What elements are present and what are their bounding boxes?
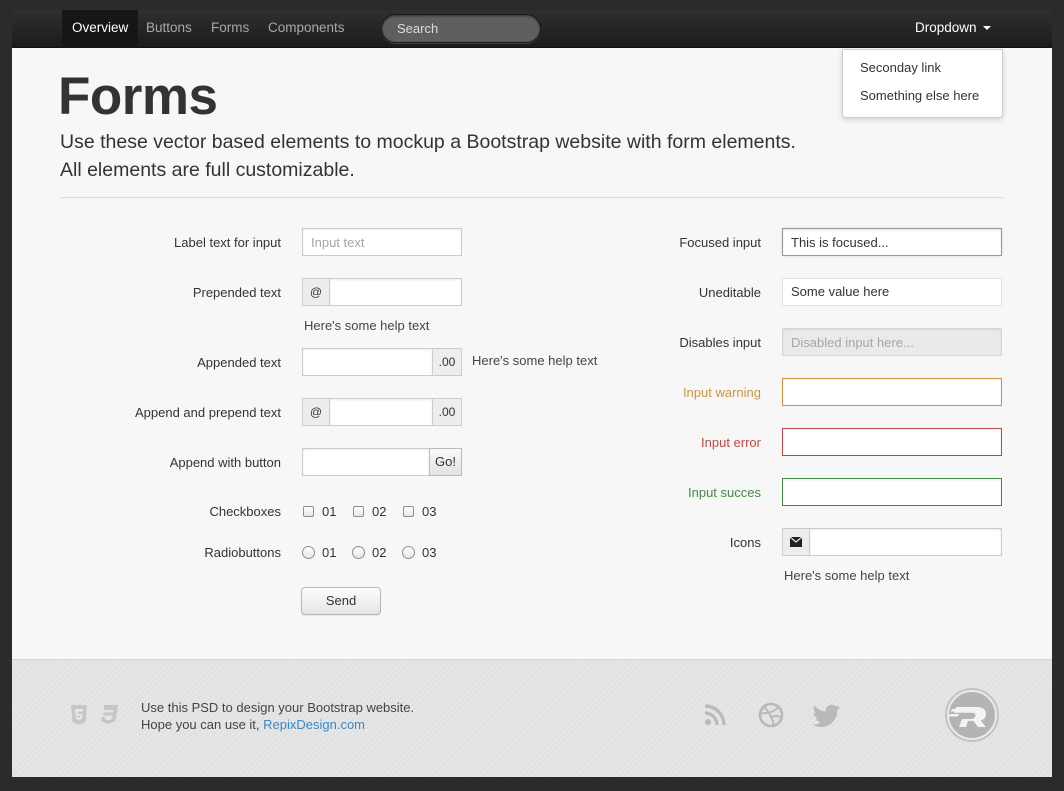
text-input[interactable]: [302, 228, 462, 256]
rss-icon[interactable]: [704, 704, 726, 726]
radio-02[interactable]: [352, 546, 365, 559]
uneditable-input: Some value here: [782, 278, 1002, 306]
icon-input[interactable]: [809, 528, 1002, 556]
label-radiobuttons: Radiobuttons: [204, 545, 281, 560]
append-button-input[interactable]: [302, 448, 430, 476]
page-title: Forms: [58, 67, 218, 126]
send-button[interactable]: Send: [301, 587, 381, 615]
caret-down-icon: [982, 26, 991, 31]
nav-item-forms[interactable]: Forms: [201, 10, 259, 48]
checkbox-label-01: 01: [322, 504, 337, 519]
label-icons: Icons: [729, 535, 761, 550]
label-uneditable: Uneditable: [698, 285, 761, 300]
divider: [60, 197, 1003, 198]
footer: Use this PSD to design your Bootstrap we…: [12, 659, 1052, 777]
dribbble-icon[interactable]: [758, 702, 784, 728]
warning-input[interactable]: [782, 378, 1002, 406]
help-text-prepended: Here's some help text: [304, 318, 430, 333]
radio-label-02: 02: [372, 545, 387, 560]
checkbox-02[interactable]: [353, 506, 364, 517]
checkbox-label-02: 02: [372, 504, 387, 519]
footer-text-line-1: Use this PSD to design your Bootstrap we…: [141, 700, 415, 715]
css3-icon: [101, 705, 118, 724]
repix-logo: [945, 688, 999, 742]
disabled-input: [782, 328, 1002, 356]
dropdown-toggle[interactable]: Dropdown: [905, 10, 1001, 48]
dropdown-item-something-else[interactable]: Something else here: [860, 88, 979, 103]
nav-item-buttons[interactable]: Buttons: [136, 10, 202, 48]
footer-text-line-2: Hope you can use it, RepixDesign.com: [141, 717, 365, 732]
append-prepend-input[interactable]: [329, 398, 433, 426]
twitter-icon[interactable]: [812, 704, 842, 728]
radio-01[interactable]: [302, 546, 315, 559]
lead-text-line-1: Use these vector based elements to mocku…: [60, 131, 796, 153]
label-error: Input error: [701, 435, 761, 450]
html5-icon: [71, 705, 87, 725]
label-append-button: Append with button: [169, 455, 281, 470]
nav-item-components[interactable]: Components: [258, 10, 355, 48]
label-warning: Input warning: [682, 385, 761, 400]
radio-03[interactable]: [402, 546, 415, 559]
footer-text-prefix: Hope you can use it,: [141, 717, 264, 732]
focused-input[interactable]: [782, 228, 1002, 256]
prepend-addon-2: @: [302, 398, 330, 426]
checkbox-03[interactable]: [403, 506, 414, 517]
go-button[interactable]: Go!: [429, 448, 462, 476]
label-disabled: Disables input: [679, 335, 761, 350]
envelope-icon: [782, 528, 810, 556]
label-appended: Appended text: [197, 355, 281, 370]
prepend-addon: @: [302, 278, 330, 306]
label-prepended: Prepended text: [192, 285, 281, 300]
search-input[interactable]: [381, 14, 541, 43]
dropdown-menu: Seconday link Something else here: [842, 49, 1003, 118]
dropdown-item-secondary-link[interactable]: Seconday link: [860, 60, 941, 75]
help-text-icons: Here's some help text: [784, 568, 910, 583]
append-addon: .00: [432, 348, 462, 376]
help-text-appended: Here's some help text: [472, 353, 598, 368]
footer-link[interactable]: RepixDesign.com: [263, 717, 365, 732]
dropdown-label: Dropdown: [915, 20, 977, 35]
label-focused: Focused input: [679, 235, 761, 250]
radio-label-01: 01: [322, 545, 337, 560]
checkbox-label-03: 03: [422, 504, 437, 519]
checkbox-01[interactable]: [303, 506, 314, 517]
page-frame: Overview Buttons Forms Components Dropdo…: [12, 10, 1052, 777]
append-addon-2: .00: [432, 398, 462, 426]
nav-item-overview[interactable]: Overview: [62, 10, 139, 48]
navbar: Overview Buttons Forms Components Dropdo…: [12, 10, 1052, 48]
appended-input[interactable]: [302, 348, 433, 376]
prepended-input[interactable]: [329, 278, 462, 306]
label-checkboxes: Checkboxes: [209, 504, 281, 519]
label-append-prepend: Append and prepend text: [134, 405, 281, 420]
error-input[interactable]: [782, 428, 1002, 456]
label-success: Input succes: [688, 485, 761, 500]
success-input[interactable]: [782, 478, 1002, 506]
radio-label-03: 03: [422, 545, 437, 560]
lead-text-line-2: All elements are full customizable.: [60, 159, 355, 181]
label-text-input: Label text for input: [174, 235, 281, 250]
